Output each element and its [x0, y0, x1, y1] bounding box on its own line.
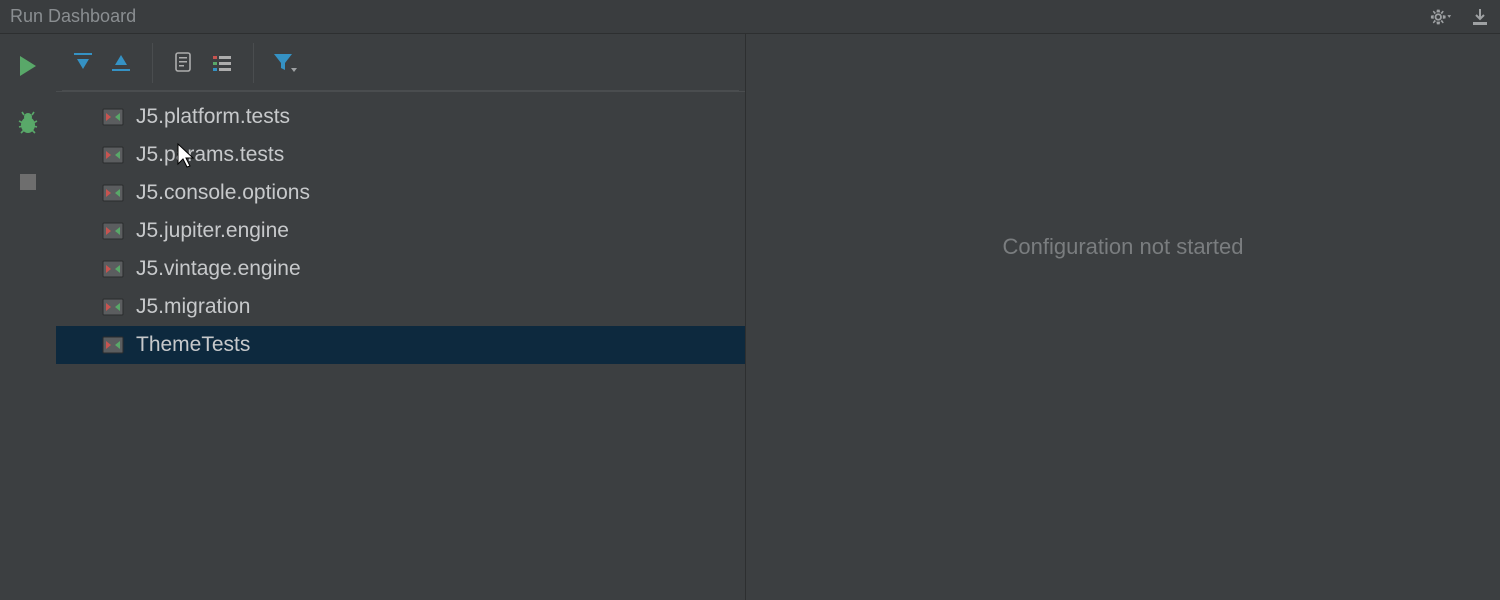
- config-item-label: J5.migration: [136, 295, 250, 319]
- run-config-icon: [102, 182, 124, 204]
- filter-button[interactable]: [270, 48, 300, 78]
- group-by-icon: [211, 52, 233, 74]
- play-icon: [17, 54, 39, 78]
- config-item[interactable]: ThemeTests: [56, 326, 745, 364]
- run-config-icon: [102, 334, 124, 356]
- title-bar: Run Dashboard: [0, 0, 1500, 34]
- config-item[interactable]: J5.console.options: [56, 174, 745, 212]
- filter-icon: [272, 51, 298, 75]
- config-item-label: J5.params.tests: [136, 143, 284, 167]
- config-item[interactable]: J5.jupiter.engine: [56, 212, 745, 250]
- group-by-button[interactable]: [207, 48, 237, 78]
- main-area: J5.platform.tests J5.params.tests J5.conso…: [0, 34, 1500, 600]
- collapse-all-button[interactable]: [106, 48, 136, 78]
- stop-icon: [18, 172, 38, 192]
- configurations-panel: J5.platform.tests J5.params.tests J5.conso…: [56, 34, 746, 600]
- hide-icon: [1470, 7, 1490, 27]
- action-column: [0, 34, 56, 600]
- expand-all-icon: [72, 51, 94, 75]
- config-item[interactable]: J5.platform.tests: [56, 98, 745, 136]
- edit-config-button[interactable]: [169, 48, 199, 78]
- debug-button[interactable]: [14, 110, 42, 138]
- config-item-label: J5.console.options: [136, 181, 310, 205]
- bug-icon: [15, 111, 41, 137]
- edit-config-icon: [173, 51, 195, 75]
- run-button[interactable]: [14, 52, 42, 80]
- config-item-label: J5.jupiter.engine: [136, 219, 289, 243]
- collapse-all-icon: [110, 51, 132, 75]
- config-item-label: ThemeTests: [136, 333, 250, 357]
- configurations-tree[interactable]: J5.platform.tests J5.params.tests J5.conso…: [56, 92, 745, 600]
- toolbar-separator: [253, 43, 254, 83]
- tree-toolbar: [56, 34, 745, 92]
- config-item[interactable]: J5.migration: [56, 288, 745, 326]
- expand-all-button[interactable]: [68, 48, 98, 78]
- config-item[interactable]: J5.vintage.engine: [56, 250, 745, 288]
- config-item[interactable]: J5.params.tests: [56, 136, 745, 174]
- panel-title: Run Dashboard: [10, 6, 136, 27]
- stop-button[interactable]: [14, 168, 42, 196]
- details-panel: Configuration not started: [746, 34, 1500, 600]
- run-config-icon: [102, 106, 124, 128]
- toolbar-separator: [152, 43, 153, 83]
- gear-icon: [1430, 7, 1452, 27]
- config-item-label: J5.vintage.engine: [136, 257, 301, 281]
- run-config-icon: [102, 258, 124, 280]
- run-config-icon: [102, 220, 124, 242]
- settings-button[interactable]: [1430, 7, 1452, 27]
- run-config-icon: [102, 144, 124, 166]
- run-config-icon: [102, 296, 124, 318]
- hide-button[interactable]: [1470, 7, 1490, 27]
- config-item-label: J5.platform.tests: [136, 105, 290, 129]
- status-message: Configuration not started: [1003, 234, 1244, 260]
